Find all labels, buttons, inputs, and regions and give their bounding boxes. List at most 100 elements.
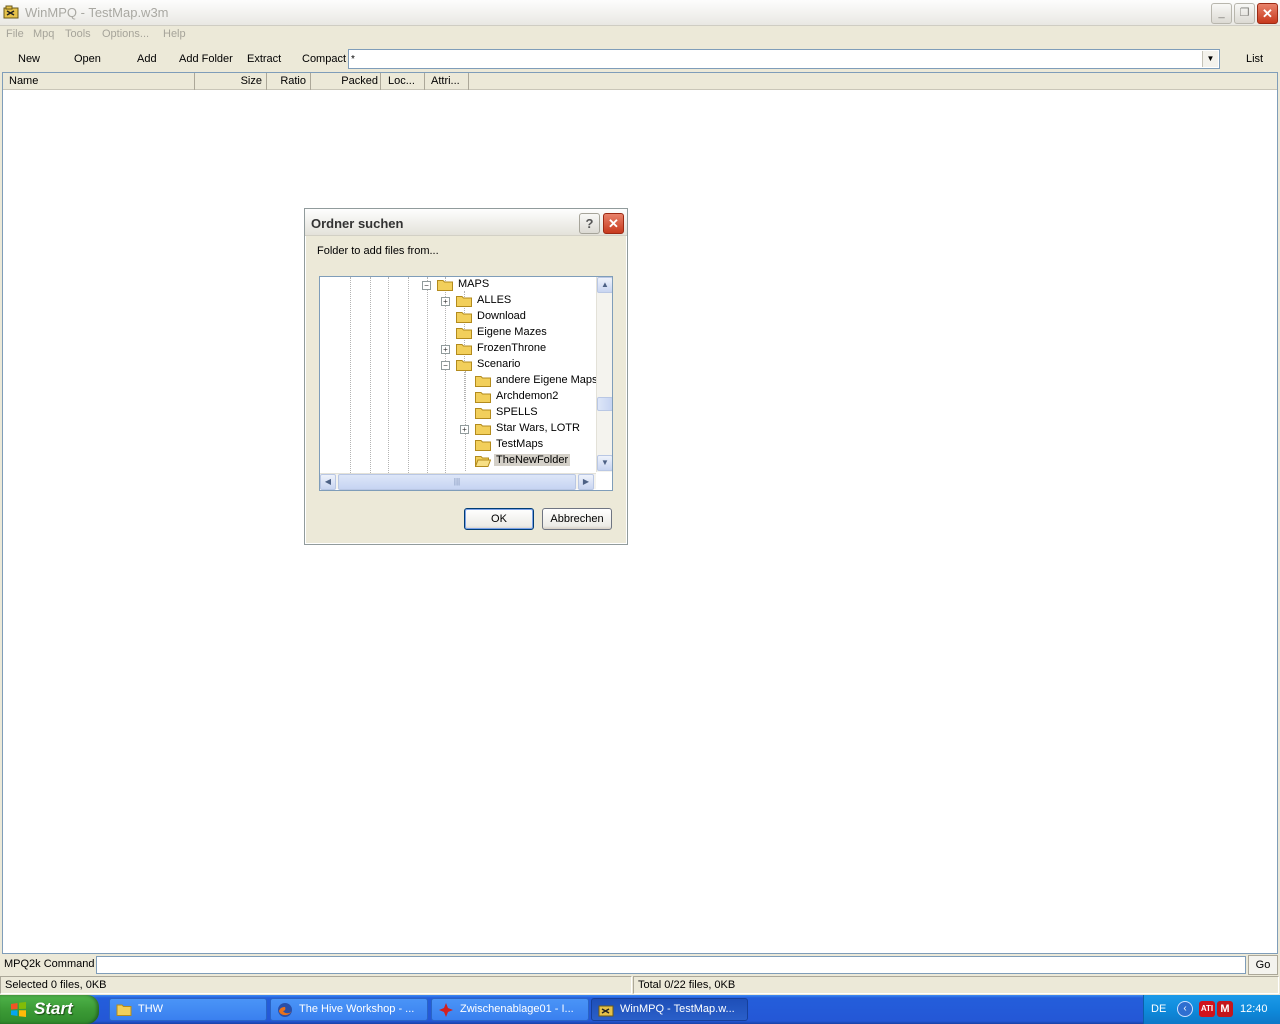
restore-icon: ❐ <box>1239 7 1250 19</box>
window-titlebar[interactable]: WinMPQ - TestMap.w3m _ ❐ ✕ <box>0 0 1280 26</box>
browse-folder-dialog: Ordner suchen ? ✕ Folder to add files fr… <box>304 208 628 545</box>
extract-button[interactable]: Extract <box>247 53 281 65</box>
menu-help[interactable]: Help <box>163 28 186 40</box>
tree-guide-line <box>408 277 409 473</box>
command-label: MPQ2k Command <box>4 958 95 970</box>
folder-icon <box>116 1004 132 1016</box>
scroll-thumb[interactable] <box>597 397 612 411</box>
folder-icon <box>475 424 491 435</box>
task-label: WinMPQ - TestMap.w... <box>620 1003 735 1015</box>
folder-icon <box>475 392 491 403</box>
menu-options[interactable]: Options... <box>102 28 149 40</box>
file-mask-input[interactable] <box>351 51 1191 67</box>
dialog-close-button[interactable]: ✕ <box>603 213 624 234</box>
status-total: Total 0/22 files, 0KB <box>633 976 1279 994</box>
status-bar: Selected 0 files, 0KB Total 0/22 files, … <box>0 975 1280 995</box>
help-button[interactable]: ? <box>579 213 600 234</box>
firefox-icon <box>278 1003 292 1017</box>
expand-icon[interactable]: + <box>441 345 450 354</box>
expand-icon[interactable]: + <box>460 425 469 434</box>
tree-node-label: ALLES <box>477 294 512 306</box>
tree-guide-line <box>370 277 371 473</box>
minimize-icon: _ <box>1218 7 1225 19</box>
tree-guide-line <box>388 277 389 473</box>
taskbar-item-hive-workshop[interactable]: The Hive Workshop - ... <box>270 998 428 1021</box>
expand-icon[interactable]: + <box>441 297 450 306</box>
tree-guide-line <box>465 371 466 471</box>
taskbar-item-zwischenablage[interactable]: Zwischenablage01 - I... <box>431 998 589 1021</box>
folder-icon <box>475 440 491 451</box>
winmpq-app-icon <box>3 5 19 19</box>
ok-button[interactable]: OK <box>464 508 534 530</box>
close-button[interactable]: ✕ <box>1257 3 1278 24</box>
cancel-button[interactable]: Abbrechen <box>542 508 612 530</box>
tree-node-label: FrozenThrone <box>477 342 547 354</box>
add-folder-button[interactable]: Add Folder <box>179 53 233 65</box>
chevron-down-icon[interactable]: ▼ <box>1202 51 1218 67</box>
language-indicator[interactable]: DE <box>1151 1003 1166 1015</box>
tree-guide-line <box>350 277 351 473</box>
add-button[interactable]: Add <box>137 53 157 65</box>
collapse-icon[interactable]: − <box>422 281 431 290</box>
column-headers: Name Size Ratio Packed Loc... Attri... <box>3 73 1277 90</box>
column-attributes[interactable]: Attri... <box>425 73 469 90</box>
tree-vertical-scrollbar[interactable]: ▲ ▼ <box>596 277 612 472</box>
tree-horizontal-scrollbar[interactable]: ◀ ||| ▶ <box>320 473 596 490</box>
tree-guide-line <box>445 277 446 473</box>
column-ratio[interactable]: Ratio <box>267 73 311 90</box>
folder-open-icon <box>475 456 491 467</box>
file-list[interactable]: Name Size Ratio Packed Loc... Attri... <box>2 72 1278 954</box>
ati-icon[interactable]: ATI <box>1199 1001 1215 1017</box>
folder-icon <box>456 328 472 339</box>
scroll-right-icon[interactable]: ▶ <box>578 474 594 490</box>
tree-node-label: TestMaps <box>496 438 544 450</box>
command-input[interactable] <box>96 956 1246 974</box>
column-size[interactable]: Size <box>195 73 267 90</box>
dialog-description: Folder to add files from... <box>317 245 439 257</box>
folder-icon <box>475 376 491 387</box>
windows-logo-icon <box>11 1002 26 1017</box>
column-packed[interactable]: Packed <box>311 73 381 90</box>
tree-node-label: Eigene Mazes <box>477 326 547 338</box>
collapse-icon[interactable]: − <box>441 361 450 370</box>
menu-file[interactable]: File <box>6 28 24 40</box>
start-button[interactable]: Start <box>0 995 99 1024</box>
taskbar: Start THW The Hive Workshop - ... Zwisch… <box>0 995 1280 1024</box>
menu-tools[interactable]: Tools <box>65 28 91 40</box>
clock[interactable]: 12:40 <box>1240 1003 1268 1015</box>
dialog-title: Ordner suchen <box>311 216 404 231</box>
folder-icon <box>456 360 472 371</box>
tree-node-label: MAPS <box>458 278 490 290</box>
mcafee-icon[interactable]: M <box>1217 1001 1233 1017</box>
open-button[interactable]: Open <box>74 53 101 65</box>
compact-button[interactable]: Compact <box>302 53 346 65</box>
file-mask-combobox[interactable]: ▼ <box>348 49 1220 69</box>
list-button[interactable]: List <box>1246 53 1263 65</box>
minimize-button[interactable]: _ <box>1211 3 1232 24</box>
scroll-down-icon[interactable]: ▼ <box>597 455 612 471</box>
start-label: Start <box>34 999 73 1018</box>
task-label: THW <box>138 1003 164 1015</box>
tree-node-label: TheNewFolder <box>494 454 571 466</box>
scroll-thumb[interactable]: ||| <box>338 474 576 490</box>
scroll-left-icon[interactable]: ◀ <box>320 474 336 490</box>
folder-icon <box>456 344 472 355</box>
taskbar-item-thw[interactable]: THW <box>109 998 267 1021</box>
tree-guide-line <box>427 277 428 473</box>
scroll-up-icon[interactable]: ▲ <box>597 277 612 293</box>
maximize-button[interactable]: ❐ <box>1234 3 1255 24</box>
column-locale[interactable]: Loc... <box>381 73 425 90</box>
new-button[interactable]: New <box>18 53 40 65</box>
column-name[interactable]: Name <box>3 73 195 90</box>
taskbar-item-winmpq[interactable]: WinMPQ - TestMap.w... <box>591 998 748 1021</box>
go-button[interactable]: Go <box>1248 955 1278 975</box>
task-label: Zwischenablage01 - I... <box>460 1003 574 1015</box>
show-hidden-icons-icon[interactable]: ‹ <box>1177 1001 1193 1017</box>
tree-node-label: andere Eigene Maps <box>496 374 598 386</box>
winmpq-icon <box>598 1005 614 1017</box>
tree-node-label: Download <box>477 310 526 322</box>
dialog-titlebar[interactable]: Ordner suchen ? ✕ <box>305 209 627 236</box>
folder-tree[interactable]: − MAPS + ALLES Download Eigene Mazes + F… <box>319 276 613 491</box>
close-icon: ✕ <box>1262 6 1273 21</box>
menu-mpq[interactable]: Mpq <box>33 28 54 40</box>
